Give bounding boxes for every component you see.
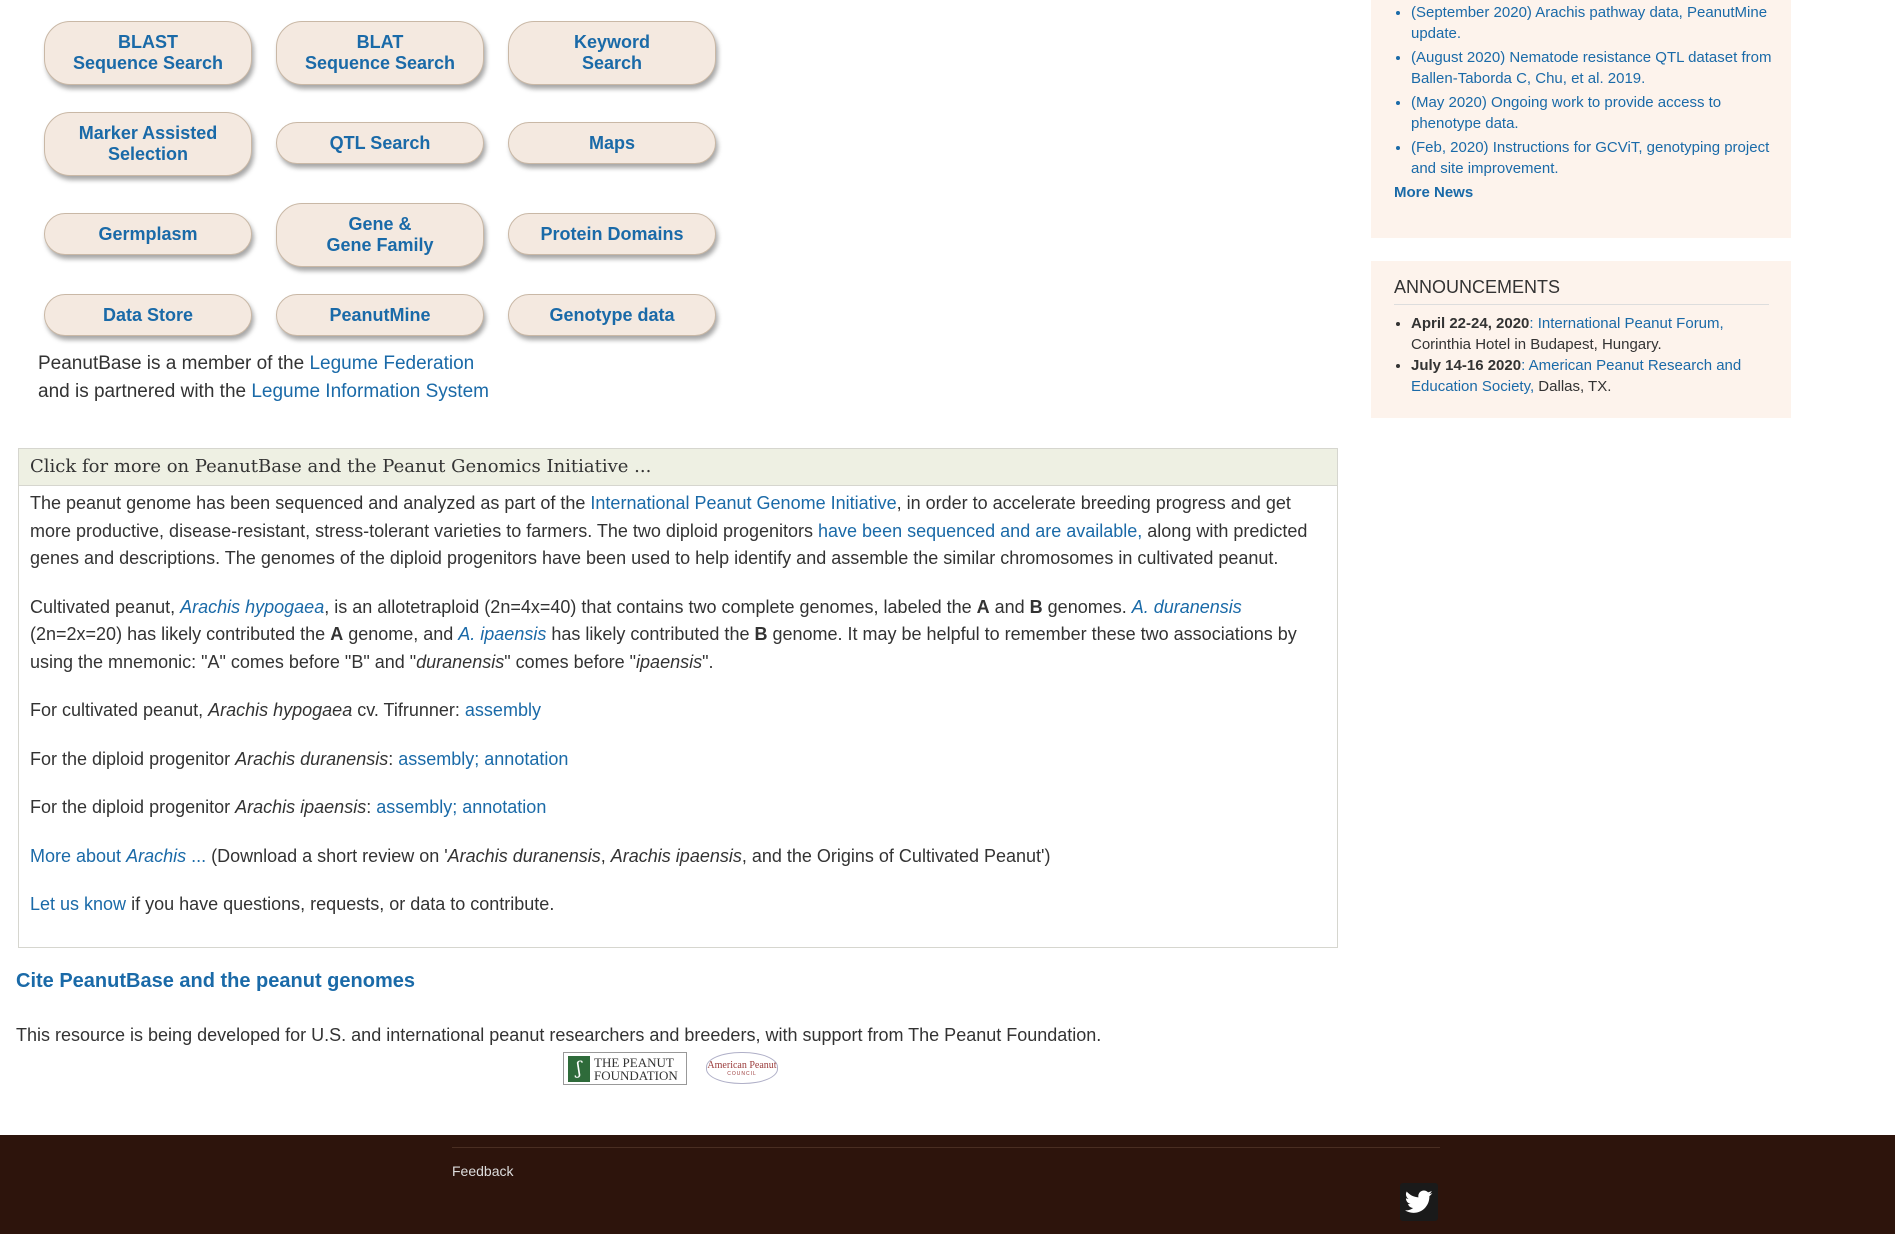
feedback-link[interactable]: Feedback (452, 1163, 513, 1179)
ipgi-link[interactable]: International Peanut Genome Initiative (590, 493, 896, 513)
protein-domains-button[interactable]: Protein Domains (508, 213, 716, 255)
news-list: (September 2020) Arachis pathway data, P… (1371, 2, 1781, 182)
info-panel-body: The peanut genome has been sequenced and… (19, 486, 1337, 919)
intro-paragraph: The peanut genome has been sequenced and… (30, 493, 1308, 568)
duranensis-annotation-link[interactable]: annotation (479, 749, 568, 769)
american-peanut-council-logo[interactable]: American Peanut COUNCIL (706, 1052, 778, 1084)
genome-paragraph: Cultivated peanut, Arachis hypogaea, is … (30, 596, 1297, 672)
news-item[interactable]: (Feb, 2020) Instructions for GCViT, geno… (1411, 137, 1781, 179)
ipaensis-assembly-link[interactable]: assembly (376, 797, 452, 817)
duranensis-line: For the diploid progenitor Arachis duran… (30, 748, 569, 769)
announcement-item: July 14-16 2020: American Peanut Researc… (1411, 355, 1781, 397)
news-item[interactable]: (September 2020) Arachis pathway data, P… (1411, 2, 1781, 44)
peanut-foundation-logo[interactable]: ʃ THE PEANUT FOUNDATION (563, 1052, 687, 1085)
peanut-foundation-logo-text: THE PEANUT FOUNDATION (594, 1054, 678, 1083)
qtl-search-button[interactable]: QTL Search (276, 122, 484, 164)
info-panel: Click for more on PeanutBase and the Pea… (18, 448, 1338, 948)
twitter-icon[interactable] (1400, 1183, 1438, 1221)
announcements-list: April 22-24, 2020: International Peanut … (1371, 313, 1781, 397)
germplasm-button[interactable]: Germplasm (44, 213, 252, 255)
news-box: (September 2020) Arachis pathway data, P… (1371, 0, 1791, 238)
blast-search-button[interactable]: BLAST Sequence Search (44, 21, 252, 85)
american-peanut-logo-text: American Peanut (707, 1059, 777, 1071)
membership-line2: and is partnered with the (38, 381, 252, 402)
news-item[interactable]: (May 2020) Ongoing work to provide acces… (1411, 92, 1781, 134)
support-text: This resource is being developed for U.S… (16, 1025, 1102, 1045)
legume-information-system-link[interactable]: Legume Information System (251, 381, 489, 402)
international-peanut-forum-link[interactable]: International Peanut Forum, (1538, 315, 1724, 332)
cite-peanutbase-link[interactable]: Cite PeanutBase and the peanut genomes (16, 970, 415, 993)
twitter-bird-icon (1405, 1190, 1433, 1213)
tifrunner-assembly-link[interactable]: assembly (465, 700, 541, 720)
news-item[interactable]: (August 2020) Nematode resistance QTL da… (1411, 47, 1781, 89)
duranensis-assembly-link[interactable]: assembly (398, 749, 474, 769)
announcements-title: ANNOUNCEMENTS (1394, 277, 1769, 305)
maps-button[interactable]: Maps (508, 122, 716, 164)
info-panel-toggle[interactable]: Click for more on PeanutBase and the Pea… (19, 449, 1337, 486)
marker-assisted-selection-button[interactable]: Marker Assisted Selection (44, 112, 252, 176)
arachis-hypogaea-link[interactable]: Arachis hypogaea (180, 597, 324, 617)
keyword-search-button[interactable]: Keyword Search (508, 21, 716, 85)
announcements-box: ANNOUNCEMENTS April 22-24, 2020: Interna… (1371, 261, 1791, 418)
contact-line: Let us know if you have questions, reque… (30, 894, 555, 914)
more-about-arachis-line: More about Arachis ... (Download a short… (30, 845, 1051, 866)
peanutmine-button[interactable]: PeanutMine (276, 294, 484, 336)
legume-federation-link[interactable]: Legume Federation (309, 353, 474, 374)
a-ipaensis-link[interactable]: A. ipaensis (458, 624, 546, 644)
more-about-arachis-link[interactable]: More about Arachis ... (30, 846, 206, 866)
ipaensis-annotation-link[interactable]: annotation (457, 797, 546, 817)
footer: Feedback (0, 1135, 1895, 1234)
more-news-link[interactable]: More News (1394, 184, 1473, 201)
announcement-item: April 22-24, 2020: International Peanut … (1411, 313, 1781, 355)
data-store-button[interactable]: Data Store (44, 294, 252, 336)
a-duranensis-link[interactable]: A. duranensis (1132, 597, 1242, 617)
genotype-data-button[interactable]: Genotype data (508, 294, 716, 336)
cultivated-assembly-line: For cultivated peanut, Arachis hypogaea … (30, 700, 541, 720)
peanut-foundation-mark-icon: ʃ (568, 1055, 590, 1082)
blat-search-button[interactable]: BLAT Sequence Search (276, 21, 484, 85)
american-peanut-logo-subtext: COUNCIL (727, 1070, 757, 1077)
ipaensis-line: For the diploid progenitor Arachis ipaen… (30, 797, 547, 817)
membership-line1: PeanutBase is a member of the (38, 353, 310, 374)
diploid-progenitors-link[interactable]: have been sequenced and are available, (818, 521, 1142, 541)
let-us-know-link[interactable]: Let us know (30, 894, 126, 914)
membership-text: PeanutBase is a member of the Legume Fed… (38, 350, 489, 406)
footer-divider (452, 1147, 1440, 1148)
gene-family-button[interactable]: Gene & Gene Family (276, 203, 484, 267)
